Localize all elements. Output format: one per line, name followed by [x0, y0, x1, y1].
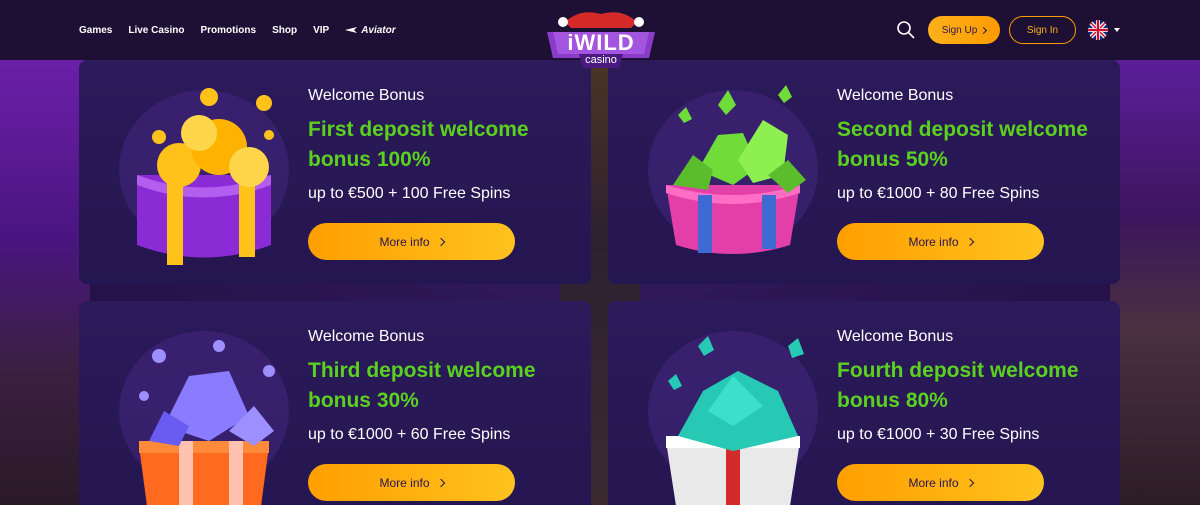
purple-gem-gift-icon [119, 331, 289, 505]
more-info-button[interactable]: More info [837, 223, 1044, 260]
sign-up-button[interactable]: Sign Up [928, 16, 1000, 44]
top-header: Games Live Casino Promotions Shop VIP Av… [0, 0, 1200, 68]
teal-gem-gift-icon [648, 331, 818, 505]
card-title: Second deposit welcome bonus 50% [837, 118, 1088, 171]
card-eyebrow: Welcome Bonus [837, 328, 954, 345]
logo-text-top: iWILD [567, 30, 635, 55]
card-subtitle: up to €1000 + 30 Free Spins [837, 426, 1040, 443]
more-info-label: More info [908, 234, 959, 249]
card-subtitle: up to €500 + 100 Free Spins [308, 185, 511, 202]
card-subtitle: up to €1000 + 80 Free Spins [837, 185, 1040, 202]
more-info-button[interactable]: More info [308, 464, 515, 501]
bonus-card-fourth: Welcome Bonus Fourth deposit welcome bon… [608, 301, 1120, 505]
search-icon[interactable] [896, 20, 916, 40]
more-info-label: More info [379, 475, 430, 490]
sign-in-button[interactable]: Sign In [1009, 16, 1076, 44]
uk-flag-icon [1088, 20, 1108, 40]
more-info-label: More info [908, 475, 959, 490]
logo[interactable]: iWILD casino [545, 10, 657, 70]
nav-promotions[interactable]: Promotions [201, 25, 257, 36]
plane-icon [345, 27, 358, 33]
card-eyebrow: Welcome Bonus [308, 328, 425, 345]
language-selector[interactable] [1088, 20, 1120, 40]
card-title: First deposit welcome bonus 100% [308, 118, 529, 171]
card-subtitle: up to €1000 + 60 Free Spins [308, 426, 511, 443]
card-eyebrow: Welcome Bonus [837, 87, 954, 104]
gold-gem-gift-icon [119, 88, 289, 265]
sign-up-label: Sign Up [941, 24, 978, 36]
logo-text-bottom: casino [585, 54, 617, 66]
nav-aviator[interactable]: Aviator [345, 24, 396, 36]
background-right [1110, 60, 1200, 505]
more-info-button[interactable]: More info [308, 223, 515, 260]
more-info-button[interactable]: More info [837, 464, 1044, 501]
chevron-right-icon [980, 26, 988, 34]
nav-live-casino[interactable]: Live Casino [128, 25, 184, 36]
chevron-right-icon [965, 237, 974, 246]
chevron-right-icon [436, 478, 445, 487]
caret-down-icon [1114, 28, 1120, 32]
background-left [0, 60, 90, 505]
nav-games[interactable]: Games [79, 25, 112, 36]
card-title: Third deposit welcome bonus 30% [308, 359, 536, 412]
bonus-card-first: Welcome Bonus First deposit welcome bonu… [79, 60, 591, 284]
nav-aviator-label: Aviator [361, 24, 396, 36]
bonus-card-second: Welcome Bonus Second deposit welcome bon… [608, 60, 1120, 284]
main-nav: Games Live Casino Promotions Shop VIP Av… [79, 0, 396, 60]
card-title: Fourth deposit welcome bonus 80% [837, 359, 1079, 412]
chevron-right-icon [965, 478, 974, 487]
more-info-label: More info [379, 234, 430, 249]
card-eyebrow: Welcome Bonus [308, 87, 425, 104]
green-gem-gift-icon [648, 85, 818, 254]
nav-vip[interactable]: VIP [313, 25, 329, 36]
bonus-card-third: Welcome Bonus Third deposit welcome bonu… [79, 301, 591, 505]
nav-shop[interactable]: Shop [272, 25, 297, 36]
chevron-right-icon [436, 237, 445, 246]
